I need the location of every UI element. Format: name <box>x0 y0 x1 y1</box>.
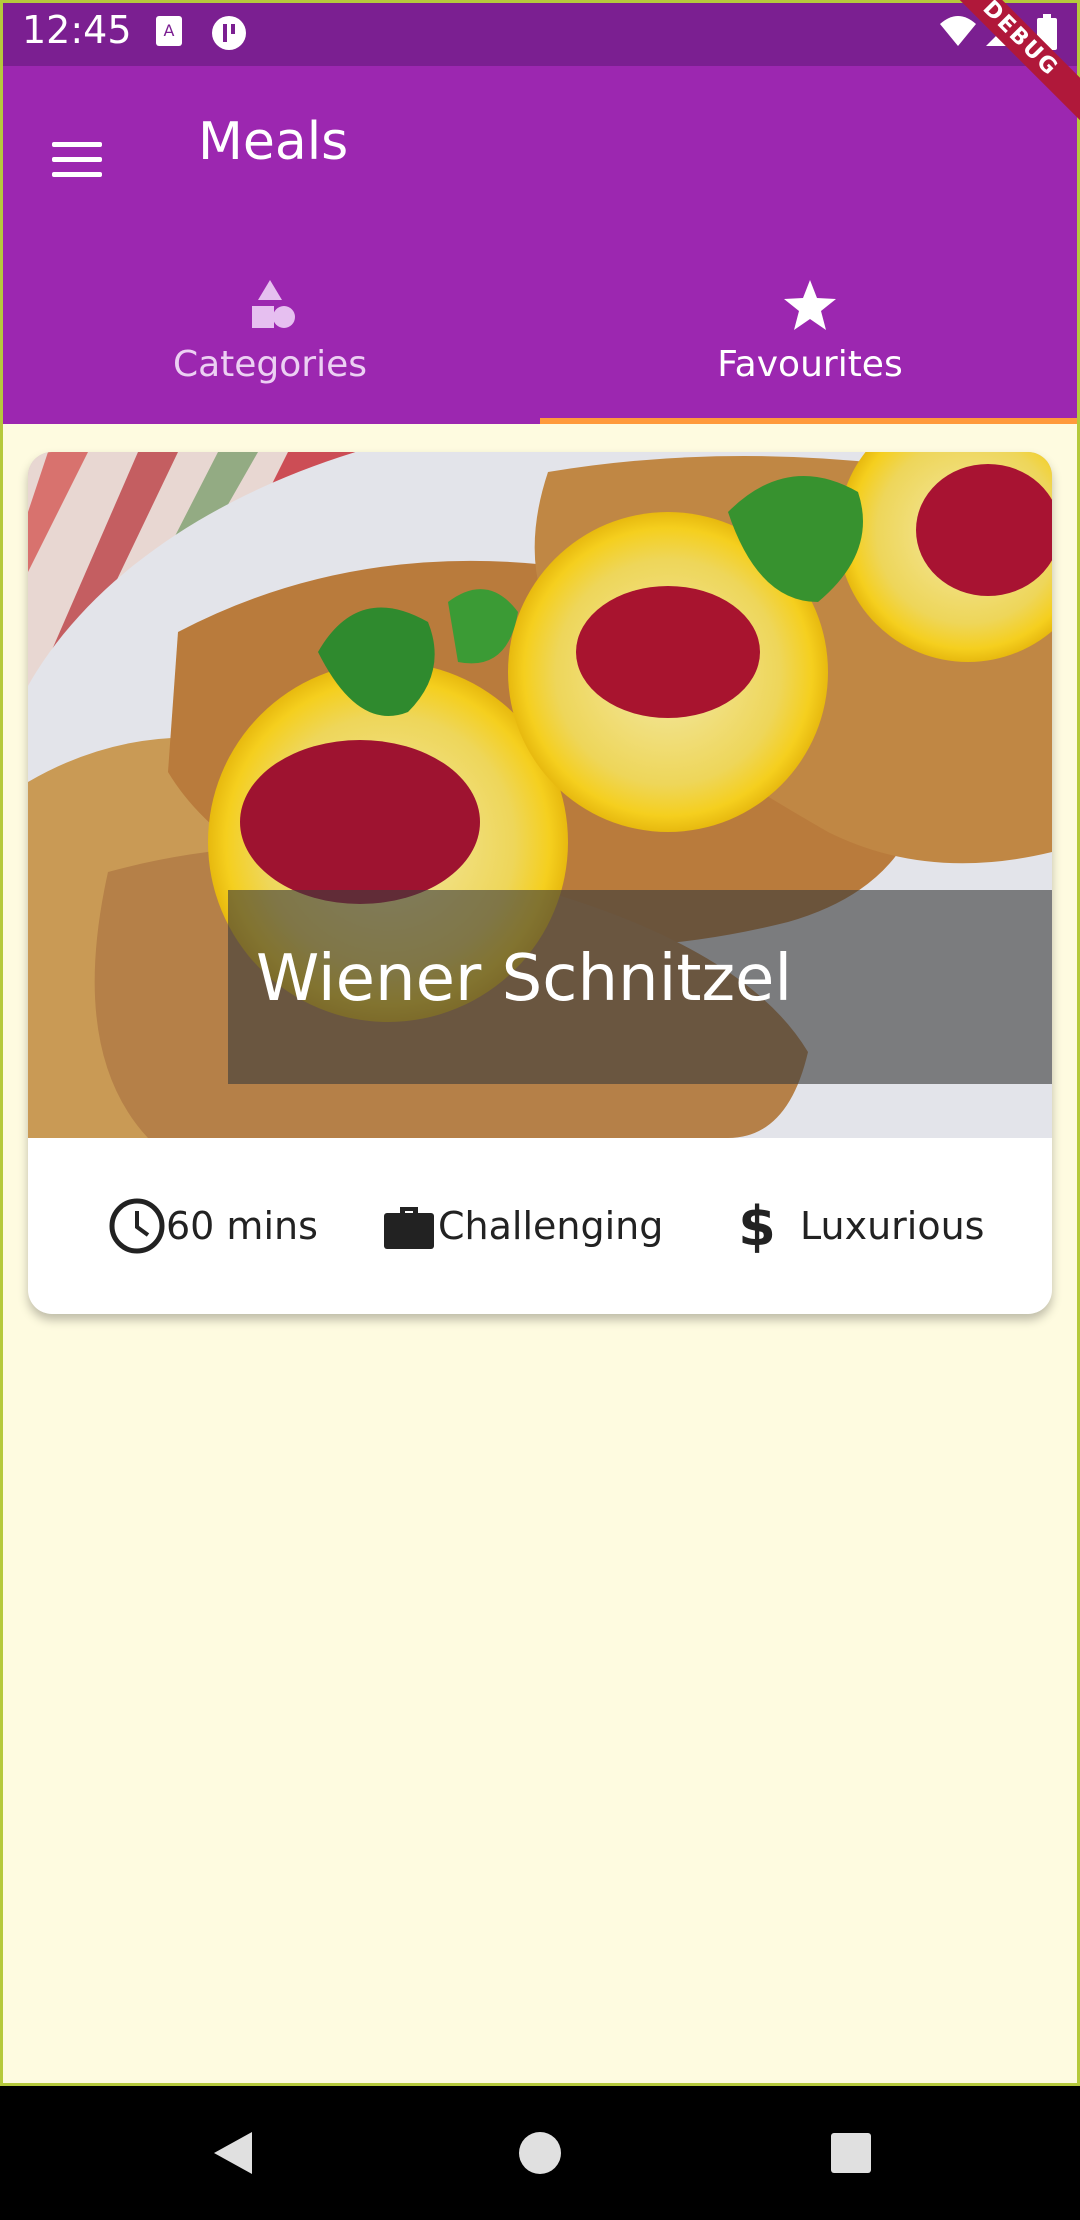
hamburger-icon-line <box>52 172 102 177</box>
app-bar: Meals Categories Favourites <box>0 66 1080 424</box>
duration-info: 60 mins <box>108 1138 318 1314</box>
home-icon[interactable] <box>500 2116 580 2190</box>
hamburger-icon-line <box>52 142 102 147</box>
status-bar: 12:45 A <box>0 0 1080 66</box>
complexity-info: Challenging <box>380 1138 663 1314</box>
tab-favourites[interactable]: Favourites <box>540 236 1080 424</box>
tab-categories[interactable]: Categories <box>0 236 540 424</box>
affordability-info: $ Luxurious <box>728 1138 984 1314</box>
star-icon <box>784 280 836 330</box>
wifi-icon <box>940 16 976 46</box>
affordability-text: Luxurious <box>800 1204 985 1248</box>
category-icon <box>252 280 295 328</box>
app-notification-icon <box>212 16 246 50</box>
svg-text:A: A <box>164 21 175 40</box>
clock-icon <box>109 1198 165 1254</box>
back-icon[interactable] <box>190 2116 270 2190</box>
meal-card[interactable]: Wiener Schnitzel 60 mins Challenging $ L… <box>28 452 1052 1314</box>
complexity-text: Challenging <box>438 1204 664 1248</box>
hamburger-icon-line <box>52 157 102 162</box>
svg-text:$: $ <box>738 1197 776 1255</box>
meal-title-overlay: Wiener Schnitzel <box>228 890 1052 1084</box>
system-navigation-bar <box>0 2086 1080 2220</box>
status-time: 12:45 <box>22 8 132 52</box>
tab-favourites-label: Favourites <box>717 344 903 385</box>
dollar-icon: $ <box>738 1197 776 1255</box>
meal-title: Wiener Schnitzel <box>256 942 793 1016</box>
tab-indicator <box>540 418 1080 424</box>
duration-text: 60 mins <box>166 1204 318 1248</box>
menu-button[interactable] <box>30 112 124 206</box>
recents-icon[interactable] <box>810 2116 890 2190</box>
briefcase-icon <box>384 1207 434 1249</box>
keyboard-app-icon: A <box>156 16 182 46</box>
page-title: Meals <box>198 112 349 172</box>
tab-categories-label: Categories <box>172 344 368 385</box>
meal-info-row: 60 mins Challenging $ Luxurious <box>28 1138 1052 1314</box>
